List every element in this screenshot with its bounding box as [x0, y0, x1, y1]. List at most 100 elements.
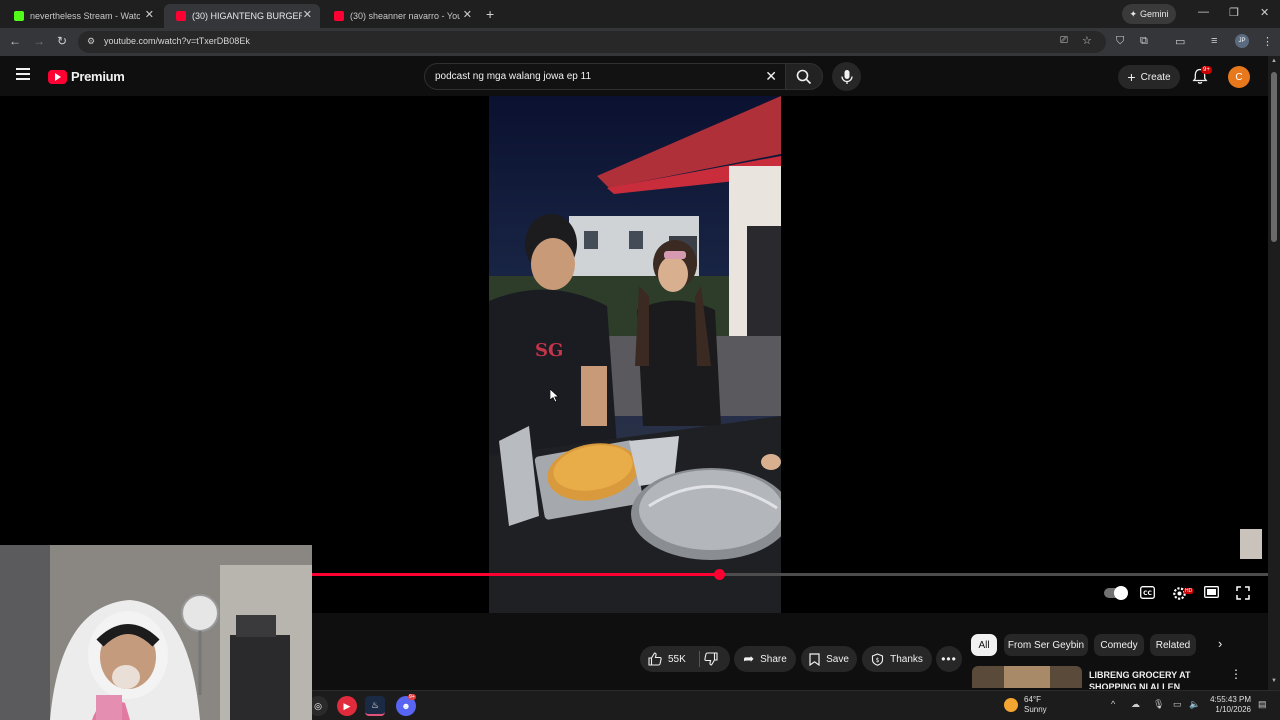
new-tab-button[interactable]: + — [486, 6, 494, 22]
search-query[interactable]: podcast ng mga walang jowa ep 11 — [435, 71, 591, 82]
save-button[interactable]: Save — [801, 646, 857, 672]
close-tab-icon[interactable]: ✕ — [145, 8, 154, 21]
chip-related[interactable]: Related — [1150, 634, 1196, 656]
volume-icon[interactable]: 🔈 — [1189, 699, 1200, 710]
site-info-icon[interactable]: ⚙ — [87, 36, 95, 47]
search-button[interactable] — [785, 63, 823, 90]
shirt-graphic: SG — [535, 340, 563, 361]
gemini-button[interactable]: ✦ Gemini — [1122, 4, 1176, 24]
account-avatar[interactable]: C — [1228, 66, 1250, 88]
restore-icon[interactable]: ❐ — [1229, 6, 1239, 19]
youtube-icon — [334, 11, 344, 21]
svg-text:CC: CC — [1143, 590, 1152, 597]
kick-icon — [14, 11, 24, 21]
page-scrollbar[interactable]: ▲ ▼ — [1268, 56, 1280, 690]
network-icon[interactable]: ▭ — [1173, 699, 1182, 710]
thanks-button[interactable]: $ Thanks — [862, 646, 932, 672]
weather-widget[interactable]: 64°F Sunny — [1024, 695, 1047, 715]
share-label: Share — [760, 653, 787, 665]
captions-icon[interactable]: CC — [1140, 586, 1155, 599]
chip-comedy[interactable]: Comedy — [1094, 634, 1144, 656]
clear-search-icon[interactable]: ✕ — [765, 68, 777, 85]
back-icon[interactable]: ← — [9, 34, 21, 48]
youtube-music-app-icon[interactable]: ▶ — [337, 696, 357, 716]
voice-search-button[interactable] — [832, 62, 861, 91]
scroll-up-icon[interactable]: ▲ — [1271, 58, 1277, 64]
browser-tab[interactable]: nevertheless Stream - Watch Li... ✕ — [2, 4, 162, 28]
youtube-masthead: Premium podcast ng mga walang jowa ep 11… — [0, 56, 1268, 96]
sun-weather-icon[interactable] — [1004, 698, 1018, 712]
youtube-logo[interactable]: Premium — [48, 69, 125, 84]
fullscreen-icon[interactable] — [1236, 586, 1250, 600]
like-divider — [699, 651, 700, 667]
onedrive-icon[interactable]: ☁ — [1131, 699, 1140, 710]
browser-tab-active[interactable]: (30) HIGANTENG BURGER STEA... ✕ — [164, 4, 320, 28]
reload-icon[interactable]: ↻ — [57, 34, 67, 48]
mic-tray-icon[interactable]: 🎙 — [1153, 699, 1164, 710]
recommendation-menu-icon[interactable]: ⋮ — [1230, 667, 1242, 681]
hd-badge: HD — [1184, 588, 1194, 594]
scroll-down-icon[interactable]: ▼ — [1271, 678, 1277, 684]
search-input[interactable]: podcast ng mga walang jowa ep 11 ✕ — [424, 63, 786, 90]
address-bar[interactable]: ⚙ youtube.com/watch?v=tTxerDB08Ek ⎚ ☆ — [78, 31, 1106, 53]
theater-mode-icon[interactable] — [1204, 586, 1219, 598]
video-player[interactable]: SG CC — [0, 96, 1268, 613]
progress-played — [312, 573, 720, 576]
thanks-label: Thanks — [890, 653, 923, 665]
tab-title: (30) sheanner navarro - YouTub... — [350, 11, 460, 21]
extensions-icon[interactable]: ⧉ — [1140, 35, 1148, 48]
cast-icon[interactable]: ▭ — [1175, 35, 1185, 48]
bookmark-star-icon[interactable]: ☆ — [1082, 34, 1092, 47]
more-actions-button[interactable]: ••• — [936, 646, 962, 672]
recommendation-thumbnail[interactable] — [972, 666, 1082, 688]
thumbs-down-icon[interactable] — [704, 652, 718, 666]
browser-menu-icon[interactable]: ⋮ — [1262, 35, 1273, 48]
profile-avatar[interactable]: JP — [1235, 34, 1249, 48]
chip-all[interactable]: All — [971, 634, 997, 656]
menu-icon[interactable] — [16, 68, 30, 80]
taskbar-clock[interactable]: 4:55:43 PM 1/10/2026 — [1205, 695, 1251, 715]
weather-temperature: 64°F — [1024, 695, 1041, 704]
shield-extension-icon[interactable]: ⛉ — [1116, 35, 1124, 48]
chip-from-channel[interactable]: From Ser Geybin — [1004, 634, 1088, 656]
chips-next-icon[interactable]: › — [1218, 636, 1222, 651]
video-frame[interactable]: SG — [489, 96, 781, 613]
progress-bar[interactable] — [312, 569, 1268, 580]
like-button[interactable]: 55K — [648, 652, 686, 666]
url-text[interactable]: youtube.com/watch?v=tTxerDB08Ek — [104, 36, 250, 46]
like-count: 55K — [668, 653, 686, 665]
share-arrow-icon: ➦ — [743, 651, 755, 666]
close-tab-icon[interactable]: ✕ — [463, 8, 472, 21]
sparkle-icon: ✦ — [1129, 8, 1138, 19]
media-controls-icon[interactable]: ≡ — [1211, 35, 1217, 47]
notification-badge: 9+ — [1201, 66, 1212, 74]
weather-description: Sunny — [1024, 705, 1047, 714]
channel-watermark[interactable] — [1240, 529, 1262, 559]
super-thanks-icon: $ — [872, 652, 884, 666]
youtube-icon — [176, 11, 186, 21]
minimize-icon[interactable]: — — [1198, 6, 1209, 18]
webcam-overlay — [0, 545, 312, 720]
browser-toolbar: ← → ↻ ⚙ youtube.com/watch?v=tTxerDB08Ek … — [0, 28, 1280, 56]
discord-badge: 9+ — [408, 694, 416, 700]
svg-text:$: $ — [876, 657, 880, 664]
recommendation-title[interactable]: LIBRENG GROCERY AT SHOPPING NI ALLEN — [1089, 669, 1219, 689]
logo-text: Premium — [71, 69, 125, 84]
notification-center-icon[interactable]: ▤ — [1258, 699, 1267, 710]
share-button[interactable]: ➦ Share — [734, 646, 796, 672]
tray-overflow-icon[interactable]: ^ — [1111, 699, 1115, 709]
bookmark-icon — [809, 652, 820, 666]
close-window-icon[interactable]: ✕ — [1260, 6, 1269, 19]
microphone-icon — [840, 69, 853, 84]
install-app-icon[interactable]: ⎚ — [1060, 35, 1068, 46]
save-label: Save — [826, 653, 849, 665]
scrollbar-thumb[interactable] — [1271, 72, 1277, 242]
close-tab-icon[interactable]: ✕ — [303, 8, 312, 21]
autoplay-toggle[interactable] — [1104, 586, 1128, 600]
forward-icon[interactable]: → — [33, 34, 45, 48]
create-button[interactable]: + Create — [1118, 65, 1180, 89]
webcam-feed-image — [0, 545, 312, 720]
steam-app-icon[interactable]: ♨ — [365, 696, 385, 716]
more-horizontal-icon: ••• — [941, 652, 957, 666]
browser-tab[interactable]: (30) sheanner navarro - YouTub... ✕ — [322, 4, 480, 28]
